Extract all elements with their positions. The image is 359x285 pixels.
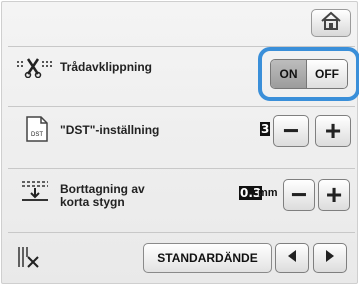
dst-minus-button[interactable]: −	[273, 115, 309, 147]
thread-end-icon	[16, 245, 42, 274]
dst-label: "DST"-inställning	[60, 123, 160, 137]
toggle-off-button[interactable]: OFF	[307, 60, 347, 88]
dst-value: 3	[260, 122, 271, 136]
thread-cut-toggle-highlight: ON OFF	[258, 47, 359, 101]
end-prev-button[interactable]	[275, 243, 309, 273]
thread-cut-label: Trådavklippning	[60, 60, 153, 74]
thread-cut-toggle[interactable]: ON OFF	[270, 59, 348, 89]
toggle-on-button[interactable]: ON	[271, 60, 307, 88]
svg-text:DST: DST	[31, 132, 43, 138]
dst-plus-button[interactable]: +	[315, 115, 351, 147]
short-stitch-icon	[20, 179, 50, 208]
short-stitch-minus-button[interactable]: −	[283, 179, 315, 211]
short-stitch-unit: mm	[258, 187, 278, 199]
end-option-display: STANDARDÄNDE	[143, 243, 272, 273]
top-bar	[2, 2, 357, 42]
settings-screen: Trådavklippning ON OFF DST "DST"-inställ…	[1, 1, 359, 284]
short-stitch-label-2: korta stygn	[60, 195, 125, 209]
home-icon	[320, 11, 342, 36]
left-arrow-icon	[286, 249, 298, 268]
right-arrow-icon	[324, 249, 336, 268]
scissors-thread-icon	[16, 56, 56, 83]
short-stitch-label-1: Borttagning av	[60, 182, 145, 196]
short-stitch-plus-button[interactable]: +	[318, 179, 350, 211]
home-button[interactable]	[311, 9, 351, 37]
end-next-button[interactable]	[313, 243, 347, 273]
dst-file-icon: DST	[26, 116, 48, 147]
